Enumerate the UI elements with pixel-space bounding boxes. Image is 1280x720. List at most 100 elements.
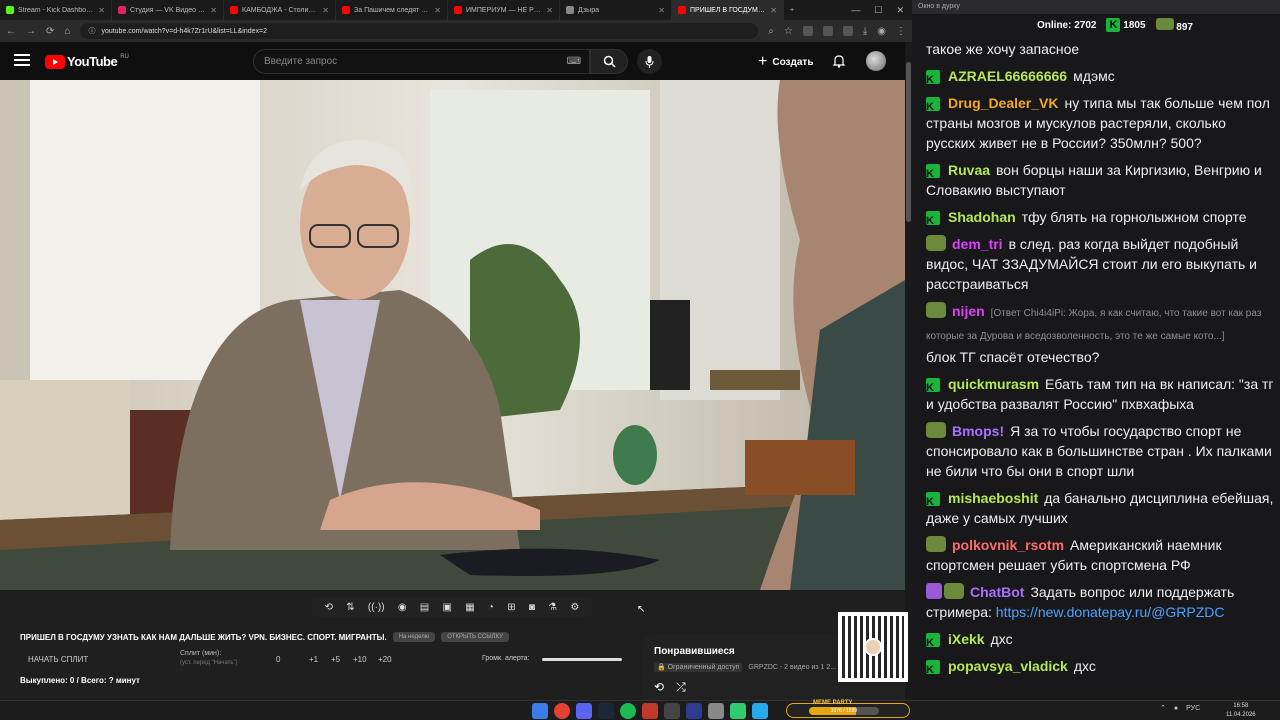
chat-message: polkovnik_rsotm Американский наемник спор… [926,532,1276,579]
back-icon[interactable]: ← [6,26,16,37]
extension-icon[interactable] [822,26,833,36]
open-link-button[interactable]: ОТКРЫТЬ ССЫЛКУ [441,632,509,642]
extension-icon[interactable] [842,26,853,36]
browser-tab[interactable]: Дзыра ✕ [560,0,672,20]
speed-icon[interactable]: ◔ [488,602,494,613]
download-icon[interactable]: ⤓ [863,26,867,37]
app-icon[interactable] [686,703,702,719]
browser-tab[interactable]: Stream - Kick Dashboard ✕ [0,0,112,20]
shuffle-icon[interactable]: ⤮ [676,680,686,695]
chat-username[interactable]: quickmurasm [948,376,1039,392]
menu-dots-icon[interactable]: ⋮ [896,26,906,37]
tab-close-icon[interactable]: ✕ [434,6,441,15]
chevron-up-icon[interactable]: ⌃ [1160,704,1166,712]
chat-username[interactable]: dem_tri [952,236,1003,252]
new-tab-button[interactable]: + [784,0,802,20]
notifications-bell-icon[interactable] [832,54,846,68]
bookmark-star-icon[interactable]: ☆ [784,26,793,37]
increment-20-button[interactable]: +20 [378,655,392,664]
browser-tab[interactable]: ПРИШЕЛ В ГОСДУМУ УЗНА... ✕ [672,0,784,20]
minimize-icon[interactable]: — [851,5,860,16]
home-icon[interactable]: ⌂ [64,26,70,37]
playlist-title[interactable]: Понравившиеся [654,646,735,657]
language-indicator[interactable]: РУС [1186,705,1200,712]
increment-10-button[interactable]: +10 [353,655,367,664]
clip-icon[interactable]: ⊞ [507,602,515,613]
broadcast-icon[interactable]: ((·)) [368,602,385,613]
chrome-icon[interactable] [554,703,570,719]
tab-close-icon[interactable]: ✕ [770,6,777,15]
app-icon[interactable] [708,703,724,719]
chat-text: дхс [1073,658,1096,674]
app-icon[interactable] [642,703,658,719]
video-player[interactable] [0,80,905,590]
film-icon[interactable]: ▤ [420,602,429,613]
chat-username[interactable]: nijen [952,303,985,319]
user-avatar[interactable] [866,51,886,71]
browser-tab[interactable]: За Пашичем следят в реал... ✕ [336,0,448,20]
url-text: youtube.com/watch?v=d-h4k7Zr1rU&list=LL&… [101,27,268,35]
app-icon[interactable] [730,703,746,719]
steam-icon[interactable] [598,703,614,719]
maximize-icon[interactable]: ☐ [874,5,882,16]
eye-icon[interactable]: ◉ [398,602,407,613]
screenshot-icon[interactable]: ◙ [529,602,535,613]
week-button[interactable]: На неделю [392,632,436,642]
loop-icon[interactable]: ⟲ [325,602,333,613]
chat-username[interactable]: AZRAEL66666666 [948,68,1067,84]
chat-username[interactable]: mishaeboshit [948,490,1038,506]
mic-tray-icon[interactable]: ● [1174,705,1178,712]
theater-icon[interactable]: ▦ [465,602,474,613]
clock[interactable]: 16:58 11.04.2026 [1226,702,1256,720]
search-input[interactable]: Введите запрос ⌨ [253,49,590,74]
forward-icon[interactable]: → [26,26,36,37]
page-scrollbar[interactable] [905,42,912,700]
close-icon[interactable]: ✕ [896,5,904,16]
increment-5-button[interactable]: +5 [331,655,340,664]
chat-username[interactable]: Drug_Dealer_VK [948,95,1059,111]
sort-icon[interactable]: ⇅ [346,602,354,613]
chat-username[interactable]: Shadohan [948,209,1016,225]
discord-icon[interactable] [576,703,592,719]
chat-text: тфу блять на горнолыжном спорте [1021,209,1247,225]
start-icon[interactable] [532,703,548,719]
tab-close-icon[interactable]: ✕ [322,6,329,15]
zoom-icon[interactable]: ⌕ [768,26,774,37]
chat-username[interactable]: Bmops! [952,423,1004,439]
tab-close-icon[interactable]: ✕ [98,6,105,15]
profile-icon[interactable]: ◉ [877,26,886,37]
menu-icon[interactable] [14,54,30,68]
start-split-button[interactable]: НАЧАТЬ СПЛИТ [28,655,88,664]
voice-search-button[interactable] [637,49,662,74]
chat-link[interactable]: https://new.donatepay.ru/@GRPZDC [996,604,1225,620]
app-icon[interactable] [664,703,680,719]
loop-playlist-icon[interactable]: ⟲ [654,680,664,695]
settings-gear-icon[interactable]: ⚙ [570,602,579,613]
create-button[interactable]: + Создать [758,52,813,72]
keyboard-icon[interactable]: ⌨ [567,56,581,67]
tab-close-icon[interactable]: ✕ [210,6,217,15]
telegram-icon[interactable] [752,703,768,719]
flask-icon[interactable]: ⚗ [548,602,557,613]
reload-icon[interactable]: ⟳ [46,26,54,37]
alert-volume-slider[interactable] [542,658,622,661]
extension-icon[interactable] [802,26,813,36]
chat-username[interactable]: popavsya_vladick [948,658,1068,674]
url-field[interactable]: ⓘ youtube.com/watch?v=d-h4k7Zr1rU&list=L… [80,23,759,39]
chat-username[interactable]: Ruvaa [948,162,990,178]
search-button[interactable] [590,49,628,74]
chat-username[interactable]: iXekk [948,631,985,647]
site-info-icon[interactable]: ⓘ [88,26,95,36]
tab-close-icon[interactable]: ✕ [658,6,665,15]
browser-tab[interactable]: КАМБОДЖА - Столица Ми... ✕ [224,0,336,20]
tab-close-icon[interactable]: ✕ [546,6,553,15]
spotify-icon[interactable] [620,703,636,719]
pip-icon[interactable]: ▣ [443,602,452,613]
browser-tab[interactable]: ИМПЕРИУМ — НЕ РОССИЯ... ✕ [448,0,560,20]
chat-username[interactable]: ChatBot [970,584,1024,600]
scrollbar-thumb[interactable] [906,62,911,222]
youtube-logo[interactable]: YouTube RU [45,54,129,69]
increment-1-button[interactable]: +1 [309,655,318,664]
chat-username[interactable]: polkovnik_rsotm [952,537,1064,553]
browser-tab[interactable]: Студия — VK Видео Live ✕ [112,0,224,20]
